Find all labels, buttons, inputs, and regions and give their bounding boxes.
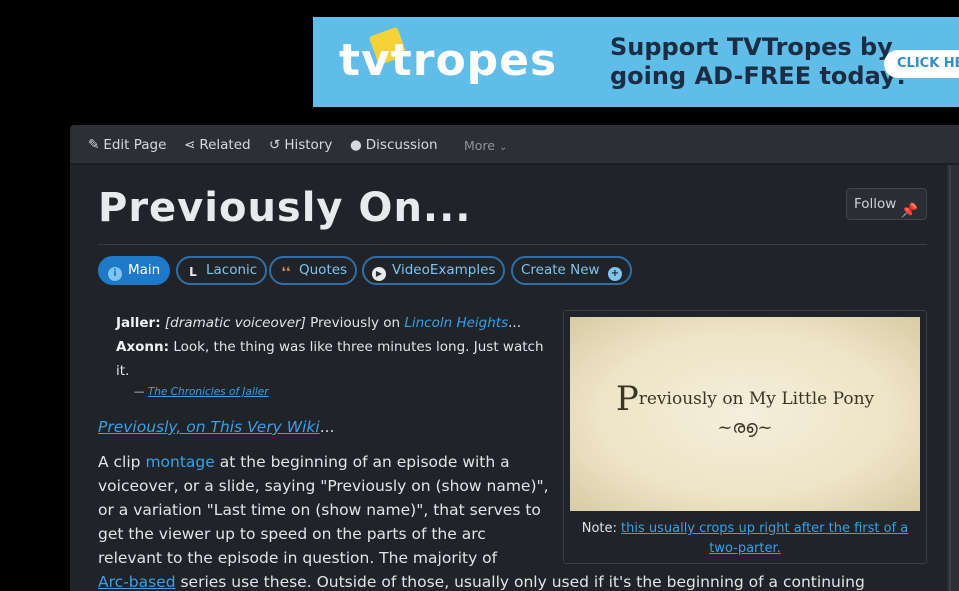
history-label: History — [284, 137, 333, 153]
ad-banner[interactable]: tvtropes Support TVTropes by going AD-FR… — [313, 17, 959, 107]
tab-laconic[interactable]: L Laconic — [176, 256, 268, 285]
image-text: reviously on My Little Pony — [638, 389, 875, 409]
page-image[interactable]: Previously on My Little Pony ~ര൭~ — [570, 317, 920, 511]
right-sidebar-edge — [947, 165, 959, 591]
quote-text-1: Previously on — [305, 315, 405, 331]
edit-page-label: Edit Page — [103, 137, 167, 153]
tab-create-new[interactable]: Create New + — [511, 256, 632, 285]
caption-prefix: Note: — [581, 521, 622, 536]
page: { "ad": { "logo_text": "tvtropes", "line… — [0, 0, 959, 591]
attribution-dash: — — [134, 386, 148, 398]
share-icon: ⋖ — [184, 137, 196, 153]
previously-on-this-very-wiki-link[interactable]: Previously, on This Very Wiki — [98, 418, 320, 436]
tab-quotes[interactable]: ❛❛ Quotes — [269, 256, 358, 285]
page-actions-bar: ✎ Edit Page ⋖ Related ↺ History ● Discussion… — [70, 125, 959, 165]
history-icon: ↺ — [269, 137, 281, 153]
image-flourish: ~ര൭~ — [717, 417, 773, 438]
quote-speaker-2: Axonn: — [116, 339, 170, 355]
quote-line-1: Jaller: [dramatic voiceover] Previously … — [116, 311, 552, 335]
body-text-c: series use these. Outside of those, usua… — [175, 573, 865, 591]
plus-circle-icon: + — [607, 267, 622, 281]
related-link[interactable]: ⋖ Related — [184, 137, 251, 153]
quote-line-2: Axonn: Look, the thing was like three mi… — [116, 335, 552, 383]
quotes-icon: ❛❛ — [281, 265, 291, 280]
laconic-icon: L — [189, 265, 197, 279]
ad-logo: tvtropes — [339, 35, 558, 86]
comment-icon: ● — [350, 137, 362, 153]
page-quote: Jaller: [dramatic voiceover] Previously … — [116, 311, 552, 383]
discussion-label: Discussion — [365, 137, 438, 153]
related-label: Related — [199, 137, 251, 153]
more-label: More — [464, 138, 495, 153]
image-caption: Note: this usually crops up right after … — [566, 519, 924, 559]
tab-videoexamples[interactable]: ▶ VideoExamples — [362, 256, 506, 285]
see-also-line: Previously, on This Very Wiki... — [98, 418, 334, 436]
caption-link[interactable]: this usually crops up right after the fi… — [621, 521, 908, 556]
discussion-link[interactable]: ● Discussion — [350, 137, 438, 153]
ad-line-1: Support TVTropes by — [610, 33, 893, 61]
follow-button[interactable]: Follow 📌 — [846, 188, 927, 220]
pin-icon: 📌 — [900, 203, 918, 219]
image-big-letter: P — [615, 379, 639, 419]
history-link[interactable]: ↺ History — [269, 137, 332, 153]
edit-page-link[interactable]: ✎ Edit Page — [88, 137, 166, 153]
page-title: Previously On... — [98, 185, 472, 231]
quote-stage-direction: [dramatic voiceover] — [164, 315, 306, 331]
divider — [98, 244, 927, 245]
pencil-icon: ✎ — [88, 137, 100, 153]
arc-based-link[interactable]: Arc-based — [98, 573, 176, 591]
quote-speaker-1: Jaller: — [116, 315, 161, 331]
see-also-ellipsis: ... — [319, 418, 335, 436]
tab-videoexamples-label: VideoExamples — [392, 262, 496, 278]
tab-laconic-label: Laconic — [206, 262, 258, 278]
montage-link[interactable]: montage — [145, 453, 214, 471]
play-icon: ▶ — [372, 267, 386, 281]
tab-main[interactable]: i Main — [98, 256, 171, 285]
quote-ellipsis: ... — [508, 315, 521, 331]
ad-text: Support TVTropes by going AD-FREE today! — [610, 33, 907, 91]
ad-cta-button[interactable]: CLICK HE — [884, 50, 959, 78]
chronicles-of-jaller-link[interactable]: The Chronicles of Jaller — [148, 386, 269, 398]
lincoln-heights-link[interactable]: Lincoln Heights — [404, 315, 508, 331]
more-dropdown[interactable]: More ⌄ — [464, 138, 507, 153]
image-title-card: Previously on My Little Pony — [570, 379, 920, 419]
article-paragraph: A clip montage at the beginning of an ep… — [98, 450, 553, 570]
chevron-down-icon: ⌄ — [498, 142, 508, 153]
info-icon: i — [108, 267, 122, 281]
tab-create-new-label: Create New — [521, 262, 600, 278]
ad-line-2: going AD-FREE today! — [610, 62, 907, 90]
follow-label: Follow — [854, 196, 897, 212]
tab-quotes-label: Quotes — [299, 262, 348, 278]
tab-main-label: Main — [128, 262, 161, 278]
quote-attribution: — The Chronicles of Jaller — [134, 386, 269, 398]
article-paragraph-continued: Arc-based series use these. Outside of t… — [98, 570, 958, 591]
body-text-a: A clip — [98, 453, 146, 471]
quote-text-2: Look, the thing was like three minutes l… — [116, 339, 544, 379]
